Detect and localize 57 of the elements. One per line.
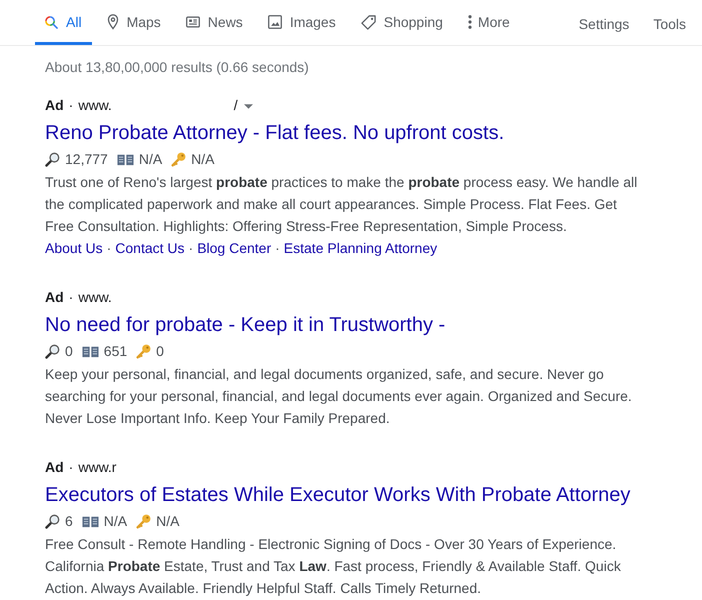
url-path: / <box>234 96 238 115</box>
ad-label: Ad <box>45 288 64 307</box>
magnifier-icon <box>45 152 60 166</box>
book-icon <box>82 344 99 358</box>
separator: · <box>68 458 74 477</box>
image-icon <box>268 15 282 29</box>
search-icon <box>45 16 58 28</box>
key-icon <box>136 514 152 528</box>
ad-title-link[interactable]: Reno Probate Attorney - Flat fees. No upfront costs. <box>45 120 504 146</box>
newspaper-icon <box>186 16 200 28</box>
book-icon <box>116 152 134 166</box>
display-url: www.r <box>78 458 116 477</box>
vertical-dots-icon <box>468 15 472 29</box>
ad-description: Trust one of Reno's largest probate practices to make the probate process easy. We handle all the complicated paperwork and make all court appearances. Simple Process. Flat Fees. Get Free Consultation. Highlights: Offering Stress-Free Representation, Simple Process. <box>45 173 638 236</box>
key-icon <box>136 344 152 358</box>
nav-tab[interactable]: All <box>35 0 92 45</box>
magnifier-icon <box>45 344 60 358</box>
display-url: www. <box>78 96 112 115</box>
metric-value: N/A <box>104 513 128 529</box>
nav-tab[interactable]: Shopping <box>350 0 453 45</box>
metric-value: 6 <box>65 513 73 529</box>
nav-tab[interactable]: News <box>176 0 253 45</box>
sitelink[interactable]: Estate Planning Attorney <box>284 237 438 259</box>
ad-title-link[interactable]: No need for probate - Keep it in Trustworthy - <box>45 312 446 338</box>
separator: · <box>68 288 74 307</box>
ad-description: Free Consult - Remote Handling - Electronic Signing of Docs - Over 30 Years of Experience. California Probate Estate, Trust and Tax Law. Fast process, Friendly & Available Staff. Quick Action. Always Available. Friendly Helpful Staff. Calls Timely Returned. <box>45 535 622 598</box>
separator: · <box>275 239 280 258</box>
metric-value: 0 <box>156 343 164 359</box>
nav-tab[interactable]: Maps <box>96 0 171 45</box>
map-pin-icon <box>106 14 119 30</box>
metric-value: 651 <box>104 343 128 359</box>
separator: · <box>106 239 112 258</box>
magnifier-icon <box>45 514 60 528</box>
separator: · <box>188 239 194 258</box>
ad-description: Keep your personal, financial, and legal documents organized, safe, and secure. Never go searching for your personal, financial, and legal documents ever again. Organized and Secure. Never Lose Important Info. Keep Your Family Prepared. <box>45 365 633 428</box>
separator: · <box>68 96 74 115</box>
ad-label: Ad <box>45 96 64 115</box>
metric-value: N/A <box>156 513 180 529</box>
sitelink[interactable]: About Us <box>45 237 103 259</box>
nav-tab[interactable]: Images <box>258 0 346 45</box>
key-icon <box>171 152 186 166</box>
book-icon <box>82 514 99 528</box>
metric-value: 0 <box>65 343 73 359</box>
tag-icon <box>360 14 376 30</box>
sitelink[interactable]: Blog Center <box>197 237 272 259</box>
toolbar-link[interactable]: Settings <box>578 16 630 32</box>
metric-value: 12,777 <box>65 151 108 167</box>
ad-label: Ad <box>45 458 64 477</box>
display-url: www. <box>78 288 112 307</box>
caret-icon[interactable] <box>244 104 253 108</box>
result-stats: About 13,80,00,000 results (0.66 seconds) <box>45 58 309 77</box>
toolbar-link[interactable]: Tools <box>653 16 686 32</box>
ad-title-link[interactable]: Executors of Estates While Executor Works With Probate Attorney <box>45 482 630 508</box>
metric-value: N/A <box>138 151 162 167</box>
sitelink[interactable]: Contact Us <box>115 237 185 259</box>
nav-tab[interactable]: More <box>458 0 520 45</box>
metric-value: N/A <box>191 151 215 167</box>
